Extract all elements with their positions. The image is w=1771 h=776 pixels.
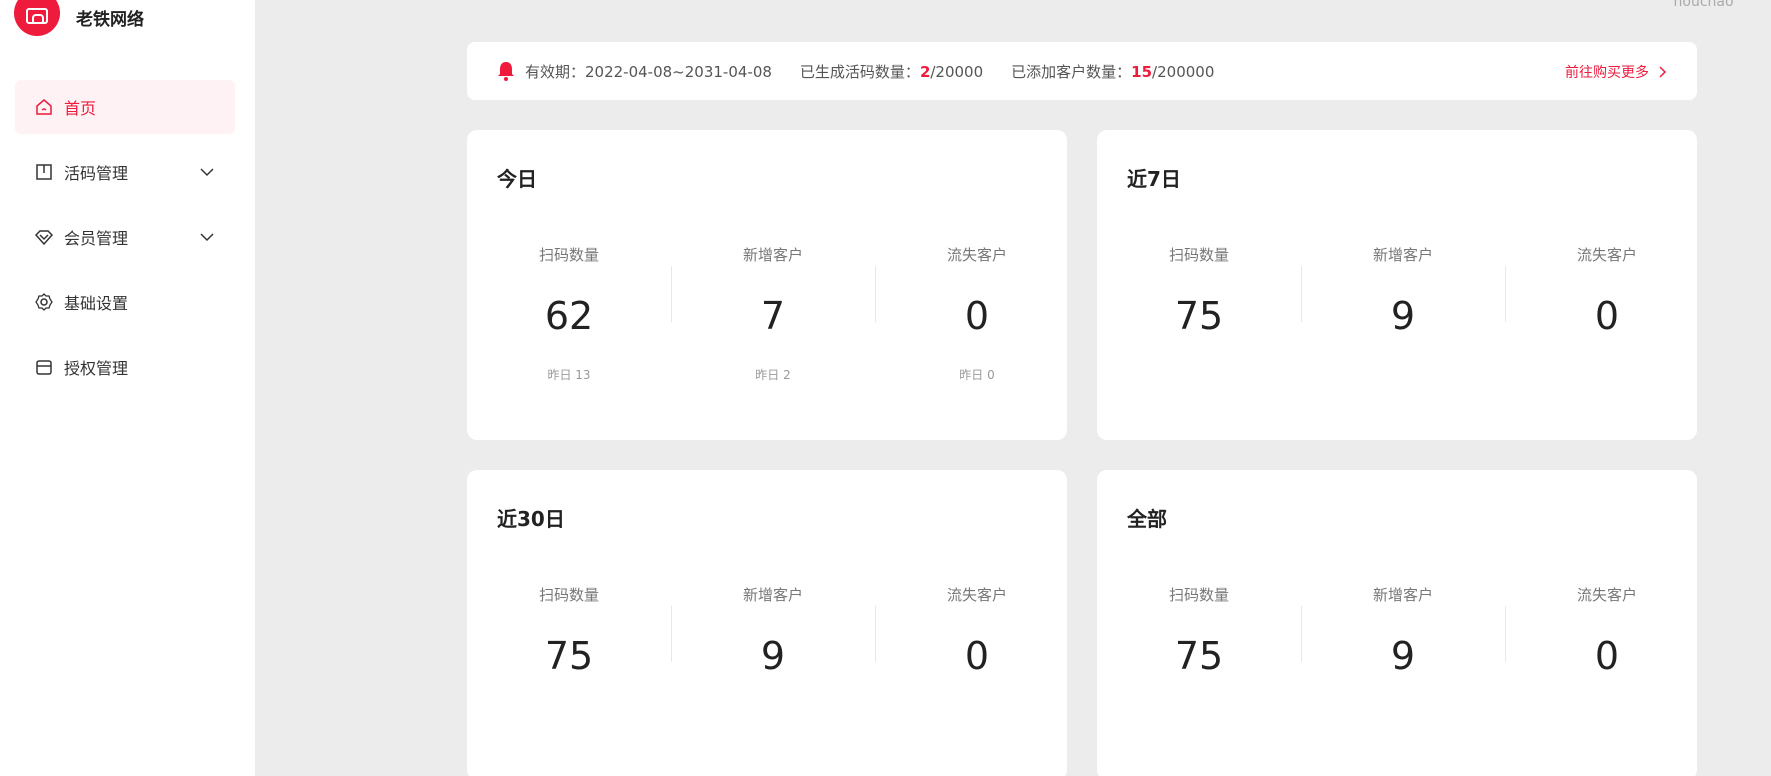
brand-logo [14,0,60,36]
sidebar-item-members[interactable]: 会员管理 [15,210,235,264]
card-title: 近7日 [1127,167,1181,191]
stat-label: 扫码数量 [538,246,599,264]
stat-value: 75 [1174,634,1224,678]
buy-more-label: 前往购买更多 [1565,65,1649,81]
card-title: 全部 [1127,507,1167,531]
stat-label: 扫码数量 [1168,586,1229,604]
codes-count: 已生成活码数量：2/20000 [800,61,983,82]
stat-yesterday: 昨日 13 [547,368,591,382]
stat-value: 0 [964,294,990,338]
codes-total: /20000 [930,62,984,81]
store-icon [34,357,54,377]
customers-label: 已添加客户数量： [1011,62,1132,81]
bell-icon [498,62,514,81]
stat-value: 9 [1390,634,1416,678]
home-icon [34,97,54,117]
codes-label: 已生成活码数量： [799,62,920,81]
sidebar-item-label: 授权管理 [64,359,129,378]
stat-value: 9 [1390,294,1416,338]
stat-value: 9 [760,634,786,678]
sidebar-item-home[interactable]: 首页 [15,80,235,134]
card-title: 今日 [497,167,537,191]
stat-label: 流失客户 [946,586,1007,604]
stat-value: 0 [1594,294,1620,338]
stat-label: 扫码数量 [1168,246,1229,264]
subscription-notice: 有效期：2022-04-08~2031-04-08 已生成活码数量：2/2000… [467,42,1697,100]
validity-text: 有效期：2022-04-08~2031-04-08 [525,62,772,81]
sidebar-item-authorization[interactable]: 授权管理 [15,340,235,394]
sidebar-item-livecode[interactable]: 活码管理 [15,145,235,199]
brand-name: 老铁网络 [76,9,144,30]
stats-card-today: 今日 扫码数量 62 昨日 13 新增客户 7 昨日 2 流失客户 0 昨日 0 [467,130,1067,440]
stat-yesterday: 昨日 0 [959,368,995,382]
user-menu[interactable]: houchao ˅ [1674,0,1745,10]
stat-value: 75 [544,634,594,678]
customers-count: 已添加客户数量：15/200000 [1011,61,1214,82]
stats-card-30d: 近30日扫码数量 75 新增客户 9 流失客户 0 [467,470,1067,776]
sidebar: 老铁网络 首页 活码管理 会员管理 基础设置 授权管理 [0,0,255,776]
stat-value: 62 [544,294,594,338]
sidebar-item-label: 基础设置 [64,294,129,313]
book-icon [34,162,54,182]
stat-label: 新增客户 [1372,246,1433,264]
customers-total: /200000 [1152,62,1215,81]
gear-icon [34,292,54,312]
sidebar-item-settings[interactable]: 基础设置 [15,275,235,329]
chevron-down-icon [200,233,214,242]
chevron-down-icon [200,168,214,177]
stat-value: 75 [1174,294,1224,338]
stats-card-all: 全部扫码数量 75 新增客户 9 流失客户 0 [1097,470,1697,776]
stat-label: 扫码数量 [538,586,599,604]
sidebar-item-label: 活码管理 [64,164,129,183]
brand[interactable]: 老铁网络 [14,0,144,36]
sidebar-item-label: 会员管理 [64,229,129,248]
stat-label: 流失客户 [1576,246,1637,264]
chevron-right-icon [1659,66,1667,78]
stat-value: 0 [1594,634,1620,678]
diamond-icon [34,227,54,247]
sidebar-item-label: 首页 [64,99,97,118]
stat-label: 新增客户 [742,246,803,264]
shop-icon [26,8,48,24]
stat-label: 新增客户 [1372,586,1433,604]
stat-label: 流失客户 [946,246,1007,264]
stat-value: 7 [760,294,786,338]
stat-value: 0 [964,634,990,678]
stat-yesterday: 昨日 2 [755,368,791,382]
stat-label: 新增客户 [742,586,803,604]
codes-used: 2 [919,62,931,81]
stats-card-7d: 近7日扫码数量 75 新增客户 9 流失客户 0 [1097,130,1697,440]
card-title: 近30日 [497,507,565,531]
stat-label: 流失客户 [1576,586,1637,604]
sidebar-menu: 首页 活码管理 会员管理 基础设置 授权管理 [15,80,235,405]
buy-more-link[interactable]: 前往购买更多 [1565,62,1669,82]
customers-used: 15 [1131,62,1153,81]
